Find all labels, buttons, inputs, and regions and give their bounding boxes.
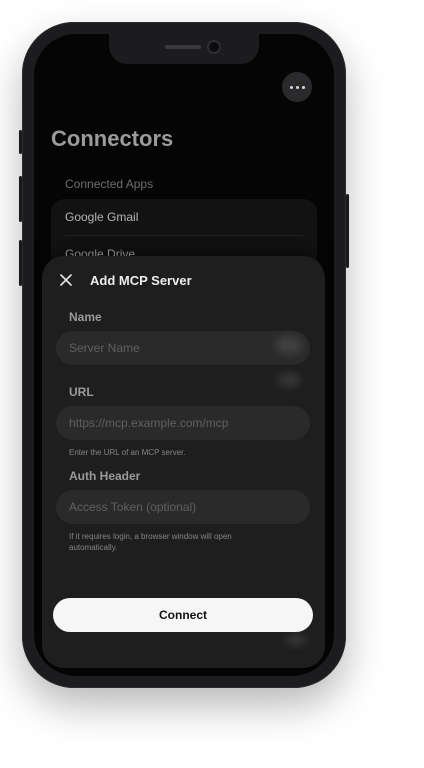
volume-down-button [19,240,22,286]
volume-up-button [19,176,22,222]
power-button [346,194,349,268]
speaker-grille [165,45,201,49]
url-helper-text: Enter the URL of an MCP server. [69,448,186,457]
add-mcp-server-sheet: Add MCP Server Name URL Enter the URL of… [42,256,325,668]
page-title: Connectors [51,126,174,151]
notch [109,34,259,64]
close-icon [60,274,72,286]
close-button[interactable] [52,266,80,294]
front-camera [209,42,219,52]
url-label: URL [69,385,94,399]
phone-screen: Connectors Connected Apps Google Gmail G… [34,34,334,676]
url-input[interactable] [56,406,310,440]
more-options-button[interactable] [282,72,312,102]
background-blur [276,336,302,354]
sheet-header: Add MCP Server [52,266,192,294]
server-name-input[interactable] [56,331,310,365]
ellipsis-icon-dot [301,85,305,89]
auth-helper-text: If it requires login, a browser window w… [69,532,232,552]
phone-frame: Connectors Connected Apps Google Gmail G… [19,22,349,688]
name-label: Name [69,310,102,324]
silent-switch [19,130,22,154]
section-label: Connected Apps [65,177,154,191]
list-item-google-gmail[interactable]: Google Gmail [65,199,303,236]
ellipsis-icon [289,85,293,89]
ellipsis-icon-dot [295,85,299,89]
background-blur [286,634,306,646]
sheet-title: Add MCP Server [90,272,192,288]
background-blur [278,373,300,387]
connect-button[interactable]: Connect [53,598,313,632]
list-item-label: Google Gmail [65,210,139,224]
auth-header-input[interactable] [56,490,310,524]
auth-header-label: Auth Header [69,469,141,483]
